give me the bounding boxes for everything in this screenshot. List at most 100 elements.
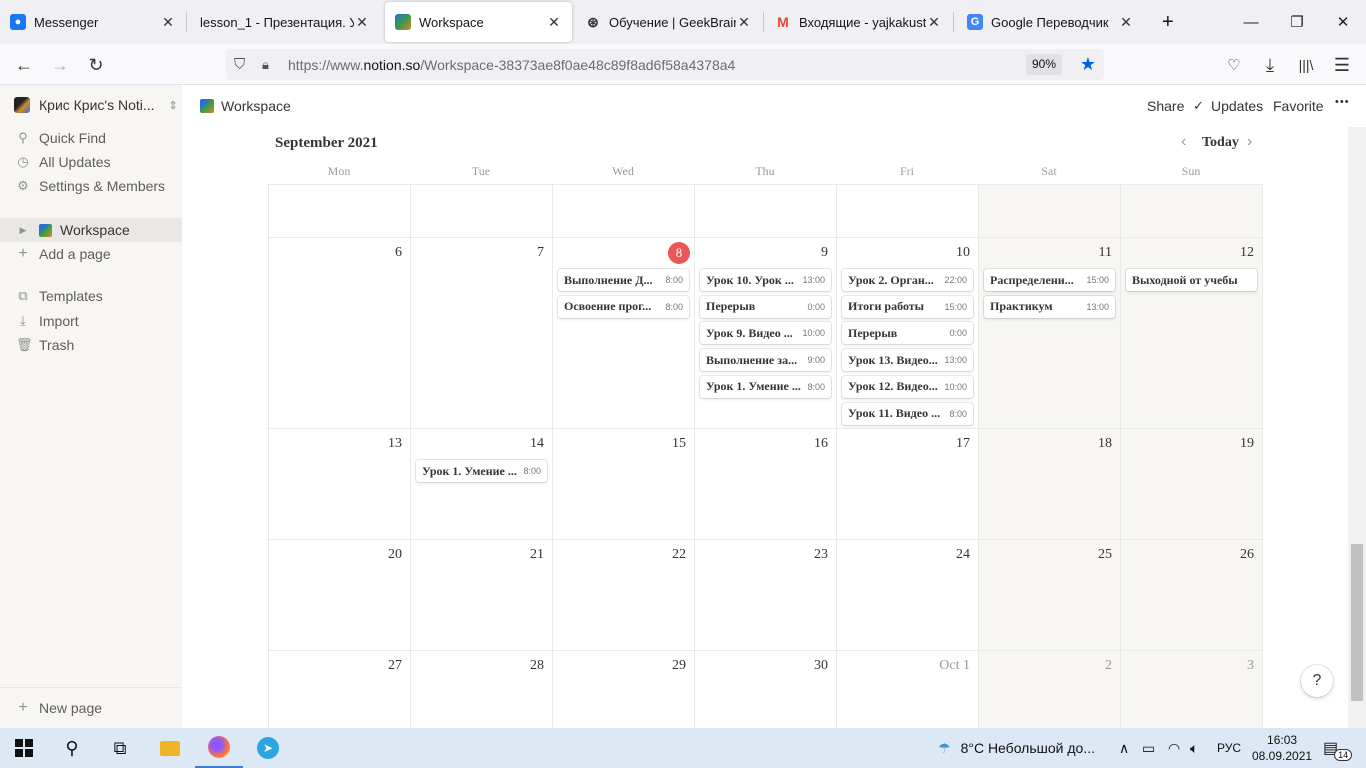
tab-lesson[interactable]: lesson_1 - Презентация. Уро ✕ bbox=[190, 2, 380, 42]
volume-icon[interactable]: 🔈︎ bbox=[1190, 728, 1198, 768]
notifications-icon[interactable]: ▤ 14 bbox=[1323, 728, 1353, 768]
share-button[interactable]: Share bbox=[1147, 98, 1184, 114]
reload-icon[interactable]: ↻ bbox=[81, 50, 111, 80]
calendar-event[interactable]: Урок 1. Умение ... 8:00 bbox=[416, 460, 547, 482]
calendar-event[interactable]: Урок 12. Видео... 10:00 bbox=[842, 375, 973, 398]
tab-google-translate[interactable]: G Google Переводчик ✕ bbox=[957, 2, 1144, 42]
download-icon[interactable]: ⤓ bbox=[1255, 50, 1285, 80]
calendar-event[interactable]: Выходной от учебы bbox=[1126, 269, 1257, 291]
firefox-icon[interactable] bbox=[195, 728, 243, 768]
close-icon[interactable]: ✕ bbox=[926, 14, 942, 31]
calendar-day-cell[interactable]: 20 bbox=[269, 540, 411, 651]
calendar-event[interactable]: Перерыв 0:00 bbox=[842, 322, 973, 345]
sidebar-item-new-page[interactable]: + New page bbox=[0, 696, 182, 720]
sidebar-item-quick-find[interactable]: ⚲ Quick Find bbox=[0, 126, 182, 150]
library-icon[interactable]: |||\ bbox=[1291, 50, 1321, 80]
calendar-day-cell[interactable]: 21 bbox=[411, 540, 553, 651]
tab-gmail[interactable]: M Входящие - yajkakusta@ ✕ bbox=[765, 2, 952, 42]
calendar-event[interactable]: Освоение прог... 8:00 bbox=[558, 295, 689, 318]
calendar-day-cell[interactable]: 30 bbox=[695, 651, 837, 728]
close-icon[interactable]: ✕ bbox=[160, 14, 176, 31]
close-icon[interactable]: ✕ bbox=[546, 14, 562, 31]
task-view-icon[interactable]: ⧉ bbox=[96, 728, 144, 768]
tab-messenger[interactable]: ● Messenger ✕ bbox=[0, 2, 186, 42]
minimize-icon[interactable]: — bbox=[1228, 0, 1274, 44]
calendar-day-cell[interactable] bbox=[411, 185, 553, 238]
updates-button[interactable]: Updates bbox=[1211, 98, 1263, 114]
triangle-right-icon[interactable]: ▶ bbox=[16, 225, 30, 236]
tray-chevron-icon[interactable]: ∧ bbox=[1119, 728, 1129, 768]
windows-start-icon[interactable] bbox=[0, 728, 48, 768]
address-bar[interactable]: ⛉ 🔒︎ https://www.notion.so/Workspace-383… bbox=[226, 49, 1104, 80]
more-options-icon[interactable]: ••• bbox=[1335, 96, 1350, 108]
calendar-day-cell[interactable] bbox=[269, 185, 411, 238]
bookmark-star-icon[interactable]: ★ bbox=[1080, 54, 1096, 75]
back-icon[interactable]: ← bbox=[9, 50, 39, 80]
calendar-day-cell[interactable]: 11 Распределени... 15:00 Практикум 13:00 bbox=[979, 238, 1121, 429]
calendar-event[interactable]: Итоги работы 15:00 bbox=[842, 295, 973, 318]
language-indicator[interactable]: РУС bbox=[1217, 728, 1241, 768]
lock-icon[interactable]: 🔒︎ bbox=[262, 57, 269, 73]
calendar-day-cell[interactable] bbox=[837, 185, 979, 238]
calendar-day-cell[interactable] bbox=[695, 185, 837, 238]
calendar-day-cell[interactable]: 9 Урок 10. Урок ... 13:00 Перерыв 0:00 Урок 9… bbox=[695, 238, 837, 429]
calendar-day-cell[interactable]: 8 Выполнение Д... 8:00 Освоение прог... 8:00 bbox=[553, 238, 695, 429]
today-button[interactable]: Today bbox=[1202, 135, 1239, 151]
window-close-icon[interactable]: ✕ bbox=[1320, 0, 1366, 44]
calendar-day-cell[interactable]: 14 Урок 1. Умение ... 8:00 bbox=[411, 429, 553, 540]
calendar-day-cell[interactable]: 7 bbox=[411, 238, 553, 429]
calendar-event[interactable]: Урок 13. Видео... 13:00 bbox=[842, 349, 973, 372]
calendar-day-cell[interactable]: 15 bbox=[553, 429, 695, 540]
close-icon[interactable]: ✕ bbox=[354, 14, 370, 31]
restore-icon[interactable]: ❐ bbox=[1274, 0, 1320, 44]
tab-workspace[interactable]: Workspace ✕ bbox=[385, 2, 572, 42]
url-text[interactable]: https://www.notion.so/Workspace-38373ae8… bbox=[288, 57, 735, 73]
calendar-event[interactable]: Урок 11. Видео ... 8:00 bbox=[842, 402, 973, 425]
sidebar-item-import[interactable]: ⤓ Import bbox=[0, 309, 182, 333]
sidebar-item-add-page[interactable]: + Add a page bbox=[0, 242, 182, 266]
sidebar-item-all-updates[interactable]: ◷ All Updates bbox=[0, 150, 182, 174]
battery-icon[interactable]: ▭ bbox=[1142, 728, 1155, 768]
file-explorer-icon[interactable] bbox=[146, 728, 194, 768]
calendar-day-cell[interactable]: 17 bbox=[837, 429, 979, 540]
calendar-event[interactable]: Урок 9. Видео ... 10:00 bbox=[700, 322, 831, 345]
calendar-event[interactable]: Практикум 13:00 bbox=[984, 295, 1115, 318]
calendar-day-cell[interactable]: 24 bbox=[837, 540, 979, 651]
zoom-level[interactable]: 90% bbox=[1025, 54, 1062, 75]
wifi-icon[interactable]: ◠ bbox=[1168, 728, 1180, 768]
favorite-button[interactable]: Favorite bbox=[1273, 98, 1324, 114]
calendar-event[interactable]: Урок 2. Орган... 22:00 bbox=[842, 269, 973, 291]
sidebar-item-templates[interactable]: ⧉ Templates bbox=[0, 284, 182, 308]
calendar-event[interactable]: Урок 1. Умение ... 8:00 bbox=[700, 375, 831, 398]
calendar-day-cell[interactable]: 25 bbox=[979, 540, 1121, 651]
close-icon[interactable]: ✕ bbox=[1118, 14, 1134, 31]
calendar-day-cell[interactable]: 2 bbox=[979, 651, 1121, 728]
close-icon[interactable]: ✕ bbox=[736, 14, 752, 31]
calendar-day-cell[interactable]: 18 bbox=[979, 429, 1121, 540]
calendar-day-cell[interactable]: 12 Выходной от учебы bbox=[1121, 238, 1263, 429]
calendar-event[interactable]: Выполнение за... 9:00 bbox=[700, 349, 831, 372]
menu-icon[interactable]: ☰ bbox=[1327, 50, 1357, 80]
scrollbar-thumb[interactable] bbox=[1351, 544, 1363, 701]
calendar-day-cell[interactable] bbox=[553, 185, 695, 238]
calendar-event[interactable]: Урок 10. Урок ... 13:00 bbox=[700, 269, 831, 291]
calendar-event[interactable]: Распределени... 15:00 bbox=[984, 269, 1115, 291]
calendar-day-cell[interactable]: 19 bbox=[1121, 429, 1263, 540]
help-button[interactable]: ? bbox=[1301, 665, 1333, 697]
calendar-day-cell[interactable] bbox=[1121, 185, 1263, 238]
calendar-day-cell[interactable]: 29 bbox=[553, 651, 695, 728]
calendar-event[interactable]: Перерыв 0:00 bbox=[700, 295, 831, 318]
calendar-day-cell[interactable]: 6 bbox=[269, 238, 411, 429]
pocket-icon[interactable]: ♡ bbox=[1219, 50, 1249, 80]
calendar-day-cell[interactable]: 16 bbox=[695, 429, 837, 540]
calendar-day-cell[interactable]: 26 bbox=[1121, 540, 1263, 651]
shield-icon[interactable]: ⛉ bbox=[234, 56, 245, 73]
calendar-day-cell[interactable]: 10 Урок 2. Орган... 22:00 Итоги работы 15:00… bbox=[837, 238, 979, 429]
calendar-day-cell[interactable] bbox=[979, 185, 1121, 238]
breadcrumb[interactable]: Workspace bbox=[200, 98, 291, 114]
sidebar-item-workspace[interactable]: ▶ Workspace bbox=[0, 218, 182, 242]
calendar-event[interactable]: Выполнение Д... 8:00 bbox=[558, 269, 689, 291]
calendar-day-cell[interactable]: Oct 1 bbox=[837, 651, 979, 728]
telegram-icon[interactable]: ➤ bbox=[244, 728, 292, 768]
weather-widget[interactable]: ☂ 8°C Небольшой до... bbox=[938, 728, 1095, 768]
